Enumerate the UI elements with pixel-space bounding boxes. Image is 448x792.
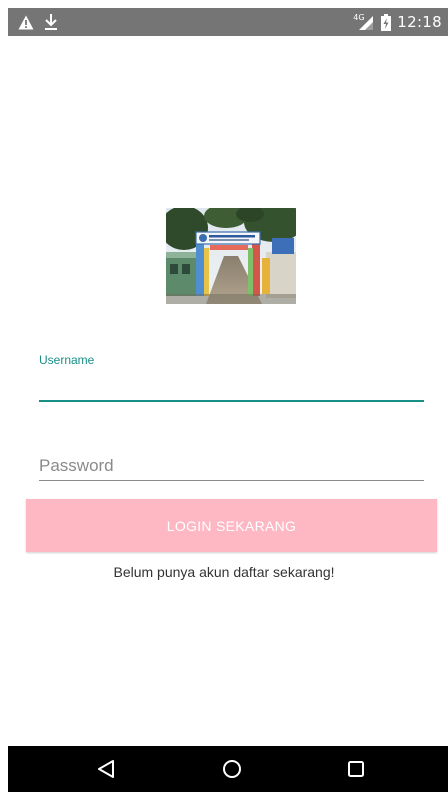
status-bar-left xyxy=(18,12,58,32)
navigation-bar xyxy=(8,746,448,792)
status-bar-right: 4G 12:18 xyxy=(353,12,442,32)
battery-icon xyxy=(381,13,392,31)
password-input[interactable] xyxy=(39,452,424,481)
home-icon xyxy=(223,760,241,778)
back-button[interactable] xyxy=(86,752,126,786)
back-icon xyxy=(98,760,114,778)
network-indicator: 4G xyxy=(353,12,375,32)
download-icon xyxy=(45,14,57,30)
login-button[interactable]: LOGIN SEKARANG xyxy=(26,499,437,552)
home-button[interactable] xyxy=(212,752,252,786)
status-bar: 4G 12:18 xyxy=(8,8,448,36)
signal-icon xyxy=(359,16,374,30)
app-screen: 4G 12:18 Username LOGIN SEKARANG Belum p… xyxy=(8,8,448,792)
school-gate-photo xyxy=(166,208,296,304)
register-link[interactable]: Belum punya akun daftar sekarang! xyxy=(8,564,448,580)
warning-icon xyxy=(18,15,34,29)
status-time: 12:18 xyxy=(397,13,442,31)
recents-icon xyxy=(348,761,364,777)
recents-button[interactable] xyxy=(336,752,376,786)
username-field: Username xyxy=(39,352,424,404)
password-field xyxy=(39,452,424,482)
username-input[interactable] xyxy=(39,372,424,402)
username-label: Username xyxy=(39,353,95,367)
